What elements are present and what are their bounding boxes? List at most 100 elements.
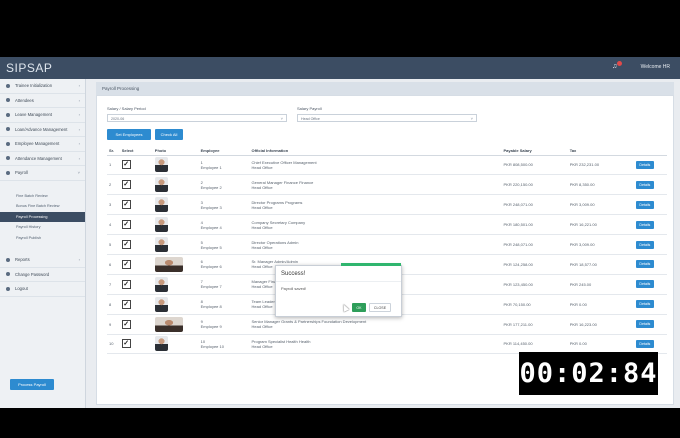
cell-photo xyxy=(152,294,199,315)
cell-tax: PKR 3,009.00 xyxy=(567,194,634,216)
cell-sr: 6 xyxy=(107,254,120,275)
close-button[interactable]: CLOSE xyxy=(369,303,391,312)
details-button[interactable]: Details xyxy=(635,280,654,289)
sidebar-item-logout[interactable]: Logout xyxy=(0,282,85,297)
details-button[interactable]: Details xyxy=(635,180,654,189)
sidebar-item-loan[interactable]: Loan/Advance Management › xyxy=(0,123,85,137)
cell-sr: 1 xyxy=(107,155,120,176)
cell-photo xyxy=(152,314,199,335)
row-checkbox[interactable]: ✓ xyxy=(121,339,131,349)
dialog-title: Success! xyxy=(276,266,401,282)
sidebar-sub-payroll-history[interactable]: Payroll History xyxy=(0,222,85,233)
lock-icon xyxy=(6,272,10,277)
cell-action: Details xyxy=(633,234,667,255)
salary-payroll-select[interactable]: Head Office ˅ xyxy=(297,114,477,122)
details-button[interactable]: Details xyxy=(635,260,654,269)
sidebar-sub-fine-batch[interactable]: Fine Batch Review xyxy=(0,191,85,202)
row-checkbox[interactable]: ✓ xyxy=(121,279,131,289)
logout-icon xyxy=(6,286,10,291)
avatar xyxy=(154,256,183,272)
avatar xyxy=(154,197,168,213)
salary-period-select[interactable]: 2020-06 ˅ xyxy=(107,114,287,122)
process-payroll-button[interactable]: Process Payroll xyxy=(10,379,54,390)
set-employees-button[interactable]: Set Employees xyxy=(107,129,151,140)
sidebar-item-change-password[interactable]: Change Password xyxy=(0,268,85,282)
cell-official-info: Chief Executive Officer Management Head O… xyxy=(249,155,502,176)
cell-payable-salary: PKR 177,211.00 xyxy=(501,314,568,335)
details-button[interactable]: Details xyxy=(635,320,654,329)
row-checkbox[interactable]: ✓ xyxy=(121,180,131,190)
cell-official-info: Program Specialist Health Health Head Off… xyxy=(249,334,502,355)
cell-payable-salary: PKR 114,450.00 xyxy=(501,334,568,355)
sidebar-sub-bonus-fine-batch[interactable]: Bonus Fine Batch Review xyxy=(0,201,85,212)
sidebar-sub-payroll-processing[interactable]: Payroll Processing xyxy=(0,211,85,222)
cell-select: ✓ xyxy=(119,234,153,255)
details-button[interactable]: Details xyxy=(635,339,654,348)
cell-photo xyxy=(152,254,199,275)
details-button[interactable]: Details xyxy=(635,240,654,249)
cell-employee: 2 Employee 2 xyxy=(198,174,250,196)
menu-icon xyxy=(6,156,10,161)
cell-payable-salary: PKR 248,071.00 xyxy=(501,194,568,216)
details-button[interactable]: Details xyxy=(635,160,654,169)
cell-tax: PKR 18,577.00 xyxy=(567,254,634,275)
cell-tax: PKR 16,221.00 xyxy=(567,214,634,236)
cell-photo xyxy=(152,155,199,176)
cell-photo xyxy=(152,174,199,196)
payroll-table: Sr. Select Photo Employee Official Infor… xyxy=(107,146,667,355)
sidebar-item-leave[interactable]: Leave Management › xyxy=(0,108,85,123)
cell-select: ✓ xyxy=(119,214,153,236)
row-checkbox[interactable]: ✓ xyxy=(121,200,131,210)
chevron-down-icon: ˅ xyxy=(470,116,473,121)
menu-icon xyxy=(6,257,10,262)
check-all-button[interactable]: Check All xyxy=(155,129,183,140)
cell-payable-salary: PKR 123,450.00 xyxy=(501,274,568,295)
sidebar-item-attendance[interactable]: Attendance Management › xyxy=(0,152,85,166)
col-sr: Sr. xyxy=(107,146,120,156)
cell-employee: 7 Employee 7 xyxy=(198,274,250,295)
table-row: 1 ✓ 1 Employee 1 Chief Executive Officer Man… xyxy=(107,155,667,176)
welcome-text[interactable]: Welcome HR xyxy=(641,64,670,70)
row-checkbox[interactable]: ✓ xyxy=(121,319,131,329)
cell-action: Details xyxy=(633,155,667,176)
cell-sr: 4 xyxy=(107,214,120,236)
row-checkbox[interactable]: ✓ xyxy=(121,259,131,269)
sidebar-item-trainee[interactable]: Trainee Initialization › xyxy=(0,79,85,94)
cell-employee: 9 Employee 9 xyxy=(198,314,250,335)
col-select: Select xyxy=(119,146,153,156)
cell-tax: PKR 3,009.00 xyxy=(567,234,634,255)
details-button[interactable]: Details xyxy=(635,200,654,209)
chevron-down-icon: ˅ xyxy=(280,116,283,121)
sidebar-item-payroll[interactable]: Payroll ˅ xyxy=(0,166,85,181)
sidebar-sub-payroll-publish[interactable]: Payroll Publish xyxy=(0,233,85,244)
row-checkbox[interactable]: ✓ xyxy=(121,220,131,230)
menu-icon xyxy=(6,127,10,132)
menu-icon xyxy=(6,112,10,117)
cell-action: Details xyxy=(633,314,667,335)
table-row: 10 ✓ 10 Employee 10 Program Specialist Healt… xyxy=(107,334,667,355)
dialog-accent-bar xyxy=(341,263,401,266)
row-checkbox[interactable]: ✓ xyxy=(121,240,131,249)
cell-select: ✓ xyxy=(119,155,153,176)
cell-payable-salary: PKR 70,150.00 xyxy=(501,294,568,315)
cell-official-info: Director Programs Programs Head Office xyxy=(249,194,502,216)
cell-tax: PKR 16,223.00 xyxy=(567,314,634,335)
top-bar: SIPSAP ♫ Welcome HR xyxy=(0,57,680,79)
cell-employee: 6 Employee 6 xyxy=(198,254,250,275)
details-button[interactable]: Details xyxy=(635,220,654,229)
col-payable-salary: Payable Salary xyxy=(501,146,568,156)
avatar xyxy=(154,296,168,312)
cell-tax: PKR 0.00 xyxy=(567,334,634,355)
avatar xyxy=(154,316,183,332)
ok-button[interactable]: OK xyxy=(352,303,366,312)
row-checkbox[interactable]: ✓ xyxy=(121,160,131,170)
cell-select: ✓ xyxy=(119,294,153,315)
row-checkbox[interactable]: ✓ xyxy=(121,299,131,309)
video-timer: 00:02:84 xyxy=(519,352,658,395)
sidebar-item-employee[interactable]: Employee Management › xyxy=(0,137,85,152)
details-button[interactable]: Details xyxy=(635,300,654,309)
cell-tax: PKR 232,231.00 xyxy=(567,155,634,176)
sidebar-item-attendees[interactable]: Attendees › xyxy=(0,94,85,108)
cell-select: ✓ xyxy=(119,334,153,355)
sidebar-item-reports[interactable]: Reports › xyxy=(0,253,85,268)
